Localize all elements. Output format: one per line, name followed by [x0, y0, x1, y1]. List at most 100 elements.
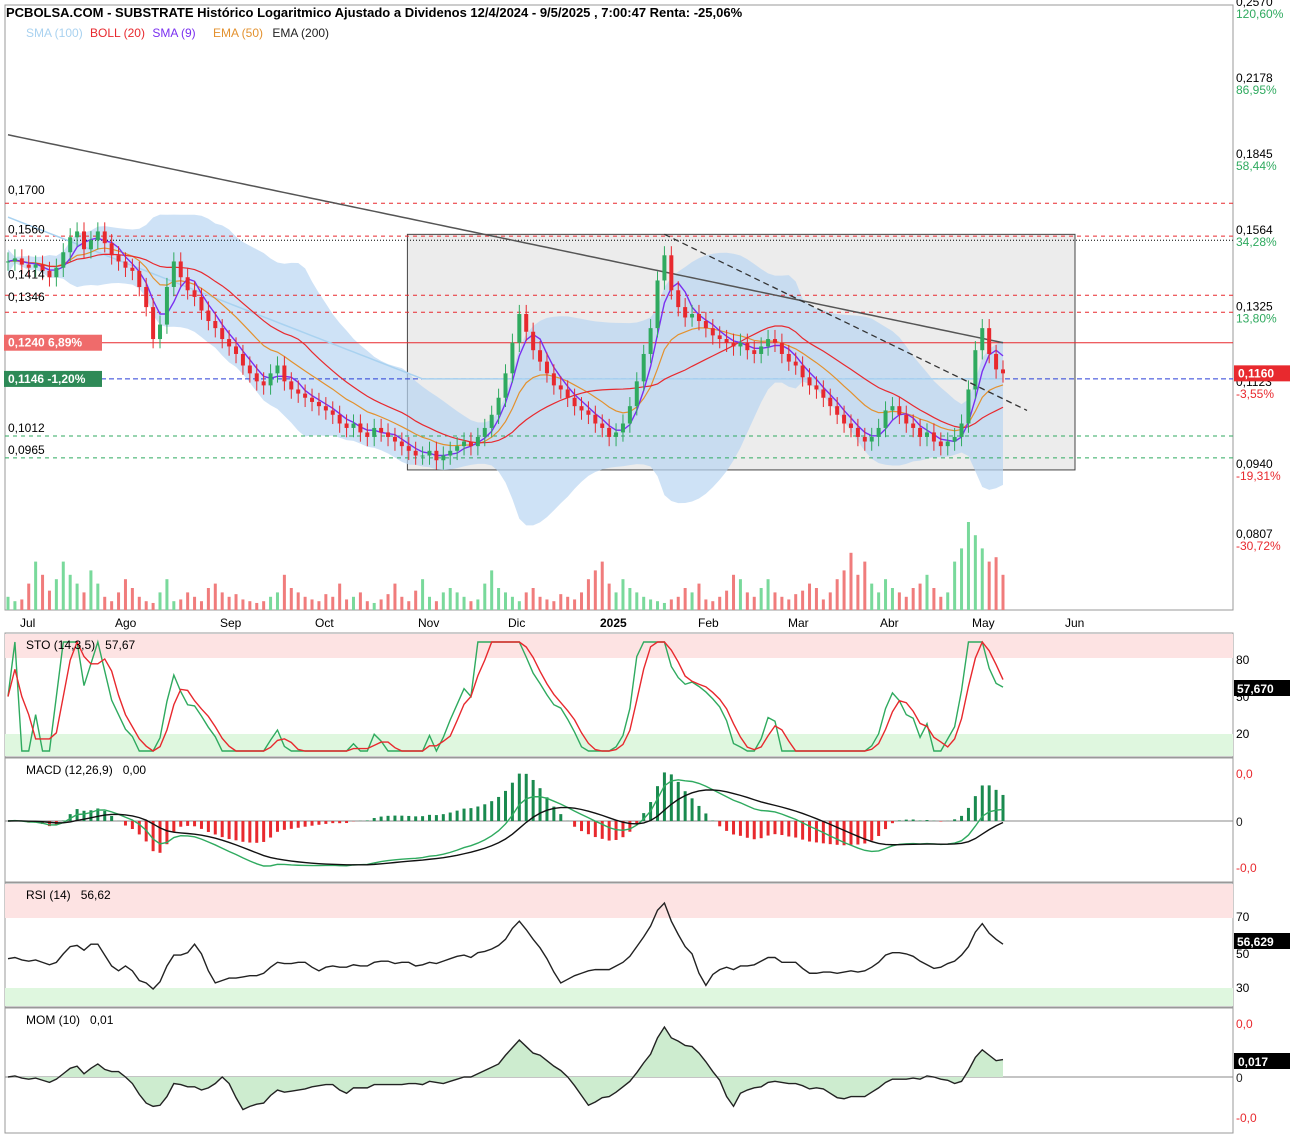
macd-histogram-bar [434, 815, 438, 821]
volume-bar [199, 601, 203, 610]
volume-bar [780, 596, 784, 610]
volume-bar [711, 601, 715, 610]
candle-body [116, 255, 121, 262]
volume-bar [386, 594, 390, 610]
macd-histogram-bar [897, 820, 901, 821]
candle-body [455, 446, 460, 451]
price-tick-pct-5: -3,55% [1236, 387, 1274, 401]
macd-histogram-bar [427, 814, 431, 821]
candle-body [524, 314, 529, 332]
candle-body [717, 335, 722, 340]
volume-bar [13, 601, 17, 610]
candle-body [614, 432, 619, 437]
candle-body [565, 389, 570, 398]
candle-body [918, 427, 923, 437]
volume-bar [690, 592, 694, 610]
candle-body [821, 389, 826, 398]
mom-panel-label: MOM (10) 0,01 [26, 1013, 114, 1027]
macd-histogram-bar [158, 821, 162, 853]
volume-bar [213, 583, 217, 610]
candle-body [828, 397, 833, 407]
macd-histogram-bar [704, 813, 708, 821]
volume-bar [669, 599, 673, 610]
candle-body [994, 353, 999, 370]
volume-bar [766, 579, 770, 610]
candle-body [710, 328, 715, 336]
volume-bar [172, 601, 176, 610]
macd-histogram-bar [275, 821, 279, 832]
candle-body [897, 406, 902, 415]
volume-bar [580, 592, 584, 610]
macd-histogram-bar [787, 821, 791, 837]
macd-histogram-bar [172, 821, 176, 832]
candle-body [282, 365, 287, 382]
candle-body [54, 267, 59, 278]
volume-bar [123, 579, 127, 610]
volume-bar [130, 588, 134, 610]
volume-bar [393, 583, 397, 610]
candle-body [572, 397, 577, 407]
legend-ema50: EMA (50) [213, 26, 264, 40]
macd-histogram-bar [282, 821, 286, 830]
candle-body [945, 441, 950, 447]
candle-body [192, 290, 197, 297]
macd-histogram-bar [780, 821, 784, 836]
macd-histogram-bar [759, 821, 763, 839]
candle-body [386, 432, 391, 437]
candle-body [669, 255, 674, 291]
candle-body [724, 339, 729, 343]
macd-histogram-bar [455, 810, 459, 821]
candle-body [772, 339, 777, 343]
volume-bar [476, 599, 480, 610]
candle-body [911, 423, 916, 428]
macd-histogram-bar [393, 815, 397, 821]
candle-body [620, 423, 625, 433]
volume-bar [310, 599, 314, 610]
sto-value-text: 57,670 [1237, 682, 1274, 696]
candle-body [786, 353, 791, 362]
volume-bar [331, 596, 335, 610]
volume-bar [89, 570, 93, 610]
candle-body [793, 361, 798, 366]
mom-tick-2: -0,0 [1236, 1111, 1257, 1125]
candle-body [558, 385, 563, 390]
volume-bar [573, 599, 577, 610]
month-label-8: Mar [788, 616, 809, 630]
volume-bar [745, 592, 749, 610]
legend-sma9: SMA (9) [152, 26, 196, 40]
volume-bar [849, 552, 853, 610]
stock-chart: 0,1700 0,1560 0,1414 0,1346 0,1012 0,0965 0,12… [4, 0, 1290, 1134]
volume-bar [649, 599, 653, 610]
volume-bar [158, 592, 162, 610]
candle-body [745, 342, 750, 351]
macd-histogram-bar [123, 821, 127, 826]
volume-bar [759, 588, 763, 610]
sto-level-0: 80 [1236, 653, 1250, 667]
candle-body [973, 350, 978, 390]
volume-bar [939, 596, 943, 610]
red-price-tag-text: 0,1240 6,89% [8, 336, 82, 350]
macd-histogram-bar [462, 808, 466, 821]
volume-bar [186, 592, 190, 610]
volume-bar [41, 574, 45, 610]
candle-body [406, 446, 411, 451]
volume-bar [282, 574, 286, 610]
macd-histogram-bar [414, 816, 418, 821]
candle-body [365, 432, 370, 437]
volume-bar [559, 594, 563, 610]
candle-body [503, 373, 508, 398]
volume-bar [932, 588, 936, 610]
volume-bar [656, 601, 660, 610]
rsi-value-text: 56,629 [1237, 935, 1274, 949]
candle-body [330, 410, 335, 415]
macd-histogram-bar [345, 821, 349, 824]
candle-body [351, 423, 356, 428]
macd-histogram-bar [690, 798, 694, 821]
volume-bar [593, 570, 597, 610]
volume-bar [117, 592, 121, 610]
volume-bar [82, 592, 86, 610]
volume-bar [621, 579, 625, 610]
volume-bar [379, 599, 383, 610]
candle-body [924, 432, 929, 437]
candle-body [517, 314, 522, 343]
